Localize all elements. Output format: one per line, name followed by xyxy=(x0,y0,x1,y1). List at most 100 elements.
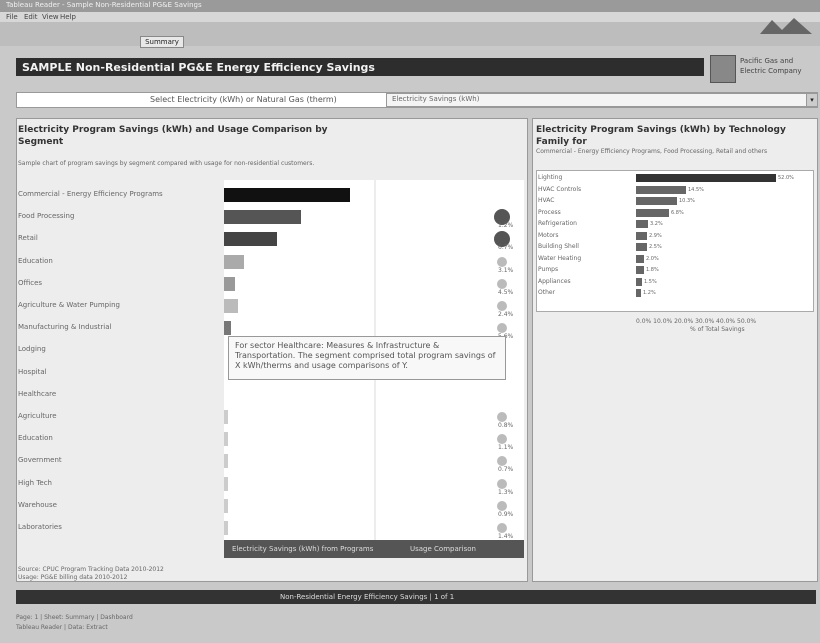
usage-circle[interactable] xyxy=(497,323,507,333)
segment-label: Hospital xyxy=(18,368,47,376)
source-note: Source: CPUC Program Tracking Data 2010-… xyxy=(18,566,164,581)
menu-edit[interactable]: Edit xyxy=(24,13,38,21)
technology-label: Building Shell xyxy=(538,243,579,250)
segment-panel-title: Electricity Program Savings (kWh) and Us… xyxy=(18,125,328,147)
usage-circle[interactable] xyxy=(497,501,507,511)
technology-bar[interactable] xyxy=(636,220,648,228)
technology-bar[interactable] xyxy=(636,232,647,240)
segment-savings-bar[interactable] xyxy=(224,188,350,202)
technology-bar[interactable] xyxy=(636,197,677,205)
technology-label: HVAC Controls xyxy=(538,186,582,193)
technology-value: 3.2% xyxy=(650,221,663,227)
window-title: Tableau Reader - Sample Non-Residential … xyxy=(6,1,202,9)
technology-value: 52.0% xyxy=(778,175,794,181)
window-title-bar: Tableau Reader - Sample Non-Residential … xyxy=(0,0,820,12)
usage-value: 1.1% xyxy=(498,444,514,451)
technology-label: Water Heating xyxy=(538,255,582,262)
fuel-selector-value: Electricity Savings (kWh) xyxy=(392,95,480,103)
technology-value: 10.3% xyxy=(679,198,695,204)
segment-label: Offices xyxy=(18,279,43,287)
menu-help[interactable]: Help xyxy=(60,13,76,21)
segment-label: Warehouse xyxy=(18,501,57,509)
menu-view[interactable]: View xyxy=(42,13,59,21)
usage-value: 1.3% xyxy=(498,489,514,496)
segment-panel-description: Sample chart of program savings by segme… xyxy=(18,160,315,167)
technology-axis: 0.0% 10.0% 20.0% 30.0% 40.0% 50.0% xyxy=(636,318,757,325)
technology-value: 2.9% xyxy=(649,233,662,239)
segment-label: Lodging xyxy=(18,345,46,353)
tableau-logo-icon xyxy=(760,18,812,34)
technology-label: HVAC xyxy=(538,197,555,204)
segment-savings-bar[interactable] xyxy=(224,277,235,291)
technology-panel-title: Electricity Program Savings (kWh) by Tec… xyxy=(536,125,786,147)
usage-circle[interactable] xyxy=(497,434,507,444)
technology-bar[interactable] xyxy=(636,243,647,251)
usage-circle[interactable] xyxy=(497,412,507,422)
technology-value: 1.8% xyxy=(646,267,659,273)
usage-value: 2.4% xyxy=(498,311,514,318)
segment-savings-bar[interactable] xyxy=(224,255,244,269)
bottom-bar-label: Non-Residential Energy Efficiency Saving… xyxy=(280,593,455,601)
technology-panel-subtitle: Commercial - Energy Efficiency Programs,… xyxy=(536,148,768,155)
segment-savings-bar[interactable] xyxy=(224,299,238,313)
usage-value: 4.5% xyxy=(498,289,514,296)
segment-label: Healthcare xyxy=(18,390,57,398)
fuel-selector-label: Select Electricity (kWh) or Natural Gas … xyxy=(150,95,337,104)
segment-label: Education xyxy=(18,257,53,265)
menu-file[interactable]: File xyxy=(6,13,18,21)
segment-savings-bar[interactable] xyxy=(224,521,228,535)
segment-savings-bar[interactable] xyxy=(224,210,301,224)
usage-circle[interactable] xyxy=(497,257,507,267)
menu-bar: File Edit View Help xyxy=(0,12,820,22)
segment-label: Commercial - Energy Efficiency Programs xyxy=(18,190,163,198)
technology-value: 14.5% xyxy=(688,187,704,193)
segment-savings-bar[interactable] xyxy=(224,477,228,491)
status-line-2: Tableau Reader | Data: Extract xyxy=(16,624,108,631)
usage-circle[interactable] xyxy=(497,456,507,466)
pge-logo-icon xyxy=(710,55,736,83)
segment-savings-bar[interactable] xyxy=(224,499,228,513)
chevron-down-icon[interactable]: ▾ xyxy=(806,93,818,107)
technology-bar[interactable] xyxy=(636,174,776,182)
technology-value: 1.5% xyxy=(644,279,657,285)
segment-label: Food Processing xyxy=(18,212,75,220)
technology-bar[interactable] xyxy=(636,289,641,297)
segment-label: Education xyxy=(18,434,53,442)
usage-circle[interactable] xyxy=(497,479,507,489)
technology-label: Refrigeration xyxy=(538,220,577,227)
status-line-1: Page: 1 | Sheet: Summary | Dashboard xyxy=(16,614,133,621)
technology-label: Other xyxy=(538,289,556,296)
segment-savings-bar[interactable] xyxy=(224,321,231,335)
technology-value: 2.5% xyxy=(649,244,662,250)
dashboard-title: SAMPLE Non-Residential PG&E Energy Effic… xyxy=(22,61,375,74)
technology-label: Lighting xyxy=(538,174,563,181)
technology-label: Process xyxy=(538,209,561,216)
usage-value: 0.7% xyxy=(498,466,514,473)
segment-label: Retail xyxy=(18,234,38,242)
technology-bar[interactable] xyxy=(636,266,644,274)
segment-label: Agriculture xyxy=(18,412,57,420)
technology-bar[interactable] xyxy=(636,209,669,217)
usage-circle[interactable] xyxy=(497,523,507,533)
technology-bar[interactable] xyxy=(636,278,642,286)
org-name: Pacific Gas and Electric Company xyxy=(740,57,802,75)
segment-savings-bar[interactable] xyxy=(224,454,228,468)
tab-summary[interactable]: Summary xyxy=(140,36,184,48)
usage-value: 3.1% xyxy=(498,267,514,274)
technology-bar[interactable] xyxy=(636,255,644,263)
tab-usage-comparison[interactable]: Usage Comparison xyxy=(410,545,476,553)
technology-value: 2.0% xyxy=(646,256,659,262)
segment-label: High Tech xyxy=(18,479,52,487)
usage-circle[interactable] xyxy=(497,279,507,289)
tab-electricity-savings[interactable]: Electricity Savings (kWh) from Programs xyxy=(232,545,373,553)
usage-value: 0.9% xyxy=(498,511,514,518)
segment-label: Manufacturing & Industrial xyxy=(18,323,112,331)
segment-savings-bar[interactable] xyxy=(224,232,277,246)
technology-label: Appliances xyxy=(538,278,571,285)
technology-label: Motors xyxy=(538,232,559,239)
technology-bar[interactable] xyxy=(636,186,686,194)
segment-label: Agriculture & Water Pumping xyxy=(18,301,120,309)
usage-circle[interactable] xyxy=(497,301,507,311)
segment-savings-bar[interactable] xyxy=(224,410,228,424)
segment-savings-bar[interactable] xyxy=(224,432,228,446)
